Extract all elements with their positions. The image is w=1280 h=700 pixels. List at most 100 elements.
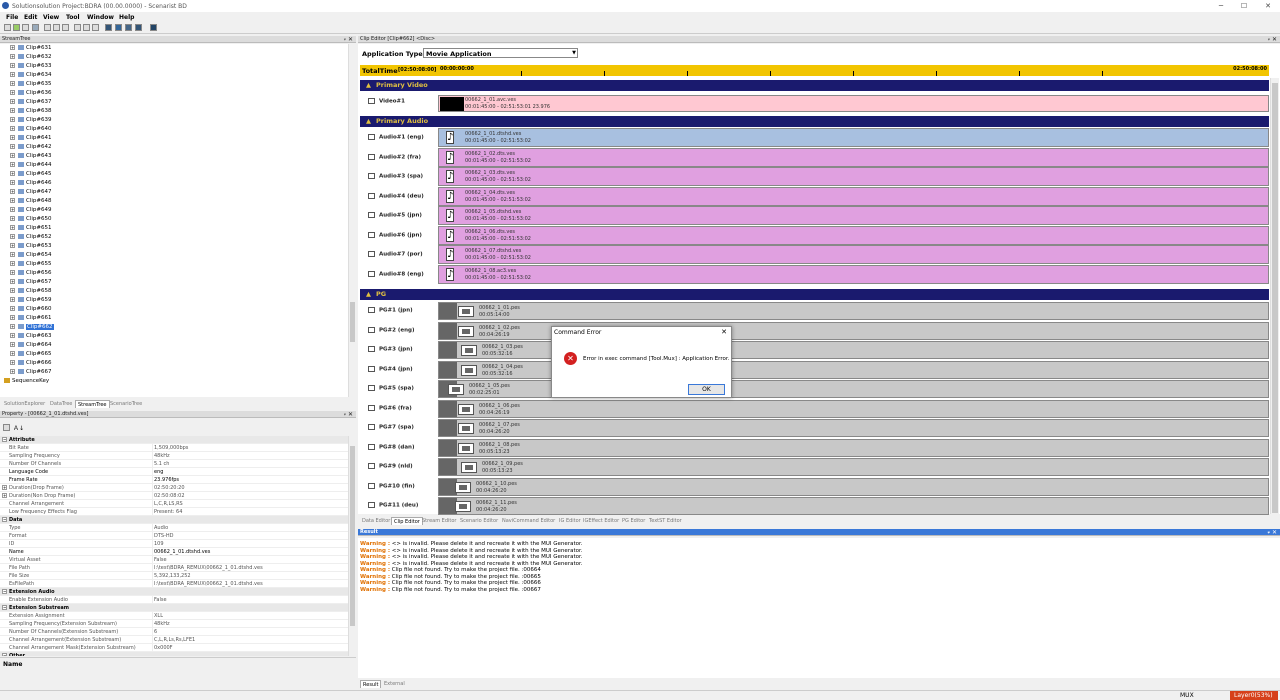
- property-value[interactable]: I:\test\BDRA_REMUX\00662_1_01.dtshd.ves: [154, 564, 263, 572]
- tree-item-clip[interactable]: + Clip#640: [10, 125, 52, 134]
- tab-solutionexplorer[interactable]: SolutionExplorer: [2, 400, 47, 408]
- property-value[interactable]: Present: 64: [154, 508, 182, 516]
- audio-clip-bar[interactable]: ♪ 00662_1_01.dtshd.ves 00:01:45:00 - 02:51…: [438, 128, 1269, 147]
- expand-icon[interactable]: +: [10, 153, 15, 158]
- clip-scroll-thumb[interactable]: [1272, 83, 1278, 513]
- menu-view[interactable]: View: [43, 14, 59, 21]
- maximize-button[interactable]: ☐: [1234, 1, 1254, 11]
- track-name[interactable]: PG#2 (eng): [368, 326, 438, 333]
- expand-icon[interactable]: +: [2, 493, 7, 498]
- collapse-icon[interactable]: −: [2, 653, 7, 656]
- expand-icon[interactable]: +: [10, 243, 15, 248]
- tree-item-clip[interactable]: + Clip#659: [10, 296, 52, 305]
- property-value[interactable]: 23.976fps: [154, 476, 179, 484]
- property-value[interactable]: 5,392,133,252: [154, 572, 191, 580]
- expand-icon[interactable]: +: [10, 360, 15, 365]
- tree-item-clip[interactable]: + Clip#648: [10, 197, 52, 206]
- property-row[interactable]: Format DTS-HD: [0, 532, 348, 540]
- expand-icon[interactable]: +: [10, 117, 15, 122]
- paste-icon[interactable]: [62, 24, 69, 31]
- image-icon[interactable]: [135, 24, 142, 31]
- menu-edit[interactable]: Edit: [24, 14, 37, 21]
- property-row[interactable]: Number Of Channels(Extension Substream) 6: [0, 628, 348, 636]
- section-header-video[interactable]: ▲ Primary Video: [360, 80, 1269, 91]
- property-value[interactable]: 02:50:08:02: [154, 492, 185, 500]
- property-row[interactable]: Low Frequency Effects Flag Present: 64: [0, 508, 348, 516]
- property-value[interactable]: False: [154, 596, 167, 604]
- property-row[interactable]: EsFilePath I:\test\BDRA_REMUX\00662_1_01.…: [0, 580, 348, 588]
- property-row[interactable]: Number Of Channels 5.1 ch: [0, 460, 348, 468]
- expand-icon[interactable]: +: [10, 171, 15, 176]
- property-category[interactable]: − Extension Audio: [0, 588, 348, 596]
- property-value[interactable]: 1,509,000bps: [154, 444, 188, 452]
- tab-igeffect-editor[interactable]: IGEffect Editor: [581, 517, 621, 525]
- property-row[interactable]: File Size 5,392,133,252: [0, 572, 348, 580]
- pg-clip-bar[interactable]: 00662_1_09.pes 00:05:13:23: [438, 458, 1269, 476]
- property-row[interactable]: Channel Arrangement(Extension Substream)…: [0, 636, 348, 644]
- property-value[interactable]: L,C,R,LS,RS: [154, 500, 183, 508]
- tab-pg-editor[interactable]: PG Editor: [620, 517, 647, 525]
- tree-item-clip[interactable]: + Clip#645: [10, 170, 52, 179]
- property-value[interactable]: 6: [154, 628, 157, 636]
- expand-icon[interactable]: +: [10, 234, 15, 239]
- property-value[interactable]: 02:50:20:20: [154, 484, 185, 492]
- expand-icon[interactable]: +: [10, 126, 15, 131]
- tab-data-editor[interactable]: Data Editor: [360, 517, 392, 525]
- tree-item-clip[interactable]: + Clip#635: [10, 80, 52, 89]
- delete-icon[interactable]: [92, 24, 99, 31]
- tree-item-clip[interactable]: + Clip#637: [10, 98, 52, 107]
- tab-stream-editor[interactable]: Stream Editor: [420, 517, 458, 525]
- tree-scroll-thumb[interactable]: [350, 302, 355, 342]
- collapse-triangle-icon[interactable]: ▲: [366, 290, 371, 298]
- expand-icon[interactable]: +: [10, 342, 15, 347]
- expand-icon[interactable]: +: [10, 108, 15, 113]
- tree-item-clip[interactable]: + Clip#656: [10, 269, 52, 278]
- expand-icon[interactable]: +: [10, 270, 15, 275]
- close-panel-icon[interactable]: ✕: [348, 411, 353, 418]
- property-value[interactable]: 0x000F: [154, 644, 173, 652]
- close-panel-icon[interactable]: ✕: [348, 36, 353, 43]
- track-name[interactable]: Audio#8 (eng): [368, 270, 438, 277]
- expand-icon[interactable]: +: [10, 54, 15, 59]
- tab-navicommand-editor[interactable]: NaviCommand Editor: [500, 517, 557, 525]
- expand-icon[interactable]: +: [10, 45, 15, 50]
- tab-scenario-editor[interactable]: Scenario Editor: [458, 517, 500, 525]
- tree-item-clip[interactable]: + Clip#654: [10, 251, 52, 260]
- property-value[interactable]: XLL: [154, 612, 163, 620]
- audio-clip-bar[interactable]: ♪ 00662_1_07.dtshd.ves 00:01:45:00 - 02:51…: [438, 245, 1269, 264]
- tree-item-clip[interactable]: + Clip#646: [10, 179, 52, 188]
- property-value[interactable]: 48kHz: [154, 452, 170, 460]
- track-name[interactable]: PG#1 (jpn): [368, 307, 438, 314]
- tree-item-clip[interactable]: + Clip#664: [10, 341, 52, 350]
- mux-icon[interactable]: [115, 24, 122, 31]
- track-name[interactable]: Audio#3 (spa): [368, 173, 438, 180]
- pg-clip-bar[interactable]: 00662_1_06.pes 00:04:26:19: [438, 399, 1269, 418]
- pg-clip-bar[interactable]: 00662_1_11.pes 00:04:26:20: [438, 497, 1269, 515]
- expand-icon[interactable]: +: [10, 144, 15, 149]
- tree-scrollbar[interactable]: [348, 44, 356, 397]
- check-icon[interactable]: [125, 24, 132, 31]
- video-clip-bar[interactable]: 00662_1_01.avc.ves 00:01:45:00 - 02:51:53…: [438, 95, 1269, 112]
- menu-file[interactable]: File: [6, 14, 18, 21]
- expand-icon[interactable]: +: [10, 135, 15, 140]
- menu-help[interactable]: Help: [119, 14, 134, 21]
- expand-icon[interactable]: +: [10, 288, 15, 293]
- collapse-icon[interactable]: −: [2, 517, 7, 522]
- property-category[interactable]: − Other: [0, 652, 348, 656]
- redo-icon[interactable]: [83, 24, 90, 31]
- timeline-ruler[interactable]: TotalTime [02:50:08:00] 00:00:00:00 02:5…: [360, 65, 1269, 76]
- track-name[interactable]: Video#1: [368, 98, 438, 105]
- track-name[interactable]: PG#6 (fra): [368, 404, 438, 411]
- audio-clip-bar[interactable]: ♪ 00662_1_02.dts.ves 00:01:45:00 - 02:51:5…: [438, 147, 1269, 167]
- property-value[interactable]: 5.1 ch: [154, 460, 169, 468]
- pg-clip-bar[interactable]: 00662_1_01.pes 00:05:14:00: [438, 302, 1269, 320]
- track-name[interactable]: Audio#1 (eng): [368, 134, 438, 141]
- property-value[interactable]: DTS-HD: [154, 532, 174, 540]
- tree-item-clip[interactable]: + Clip#652: [10, 233, 52, 242]
- property-value[interactable]: False: [154, 556, 167, 564]
- pin-icon[interactable]: ᵩ: [344, 36, 346, 43]
- close-panel-icon[interactable]: ✕: [1272, 36, 1277, 43]
- property-row[interactable]: Sampling Frequency 48kHz: [0, 452, 348, 460]
- save-all-icon[interactable]: [32, 24, 39, 31]
- expand-icon[interactable]: +: [10, 351, 15, 356]
